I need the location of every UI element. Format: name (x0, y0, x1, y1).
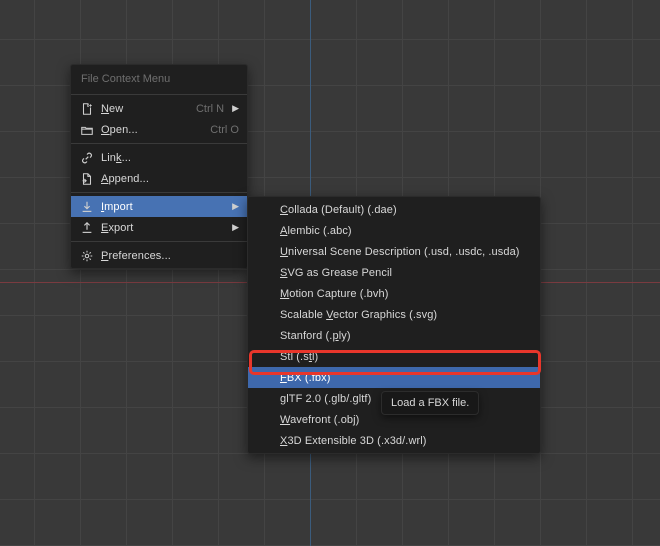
separator (71, 94, 247, 95)
menu-item-label: SVG as Grease Pencil (280, 267, 532, 279)
menu-item-preferences[interactable]: Preferences... (71, 245, 247, 266)
import-format-item[interactable]: Motion Capture (.bvh) (248, 283, 540, 304)
gear-icon (79, 248, 95, 264)
menu-item-label: Stanford (.ply) (280, 330, 532, 342)
menu-item-label: Scalable Vector Graphics (.svg) (280, 309, 532, 321)
menu-item-label: Import (101, 201, 224, 213)
menu-item-append[interactable]: Append... (71, 168, 247, 189)
submenu-arrow-icon: ▶ (232, 201, 239, 212)
menu-item-label: New (101, 103, 176, 115)
menu-item-label: Append... (101, 173, 239, 185)
link-icon (79, 150, 95, 166)
menu-item-export[interactable]: Export ▶ (71, 217, 247, 238)
file-context-menu: File Context Menu New Ctrl N ▶ Open... C… (70, 64, 248, 269)
import-format-item[interactable]: SVG as Grease Pencil (248, 262, 540, 283)
import-format-item[interactable]: Scalable Vector Graphics (.svg) (248, 304, 540, 325)
import-submenu: Collada (Default) (.dae) Alembic (.abc) Un… (247, 196, 541, 454)
menu-item-new[interactable]: New Ctrl N ▶ (71, 98, 247, 119)
import-format-item[interactable]: Stl (.stl) (248, 346, 540, 367)
open-folder-icon (79, 122, 95, 138)
shortcut: Ctrl N (196, 103, 224, 115)
tooltip: Load a FBX file. (381, 391, 479, 415)
append-icon (79, 171, 95, 187)
menu-item-label: Preferences... (101, 250, 239, 262)
menu-item-label: Stl (.stl) (280, 351, 532, 363)
submenu-arrow-icon: ▶ (232, 103, 239, 114)
separator (71, 143, 247, 144)
menu-item-label: X3D Extensible 3D (.x3d/.wrl) (280, 435, 532, 447)
menu-item-label: FBX (.fbx) (280, 372, 532, 384)
import-format-item[interactable]: Stanford (.ply) (248, 325, 540, 346)
import-format-item[interactable]: FBX (.fbx) (248, 367, 540, 388)
import-icon (79, 199, 95, 215)
import-format-item[interactable]: X3D Extensible 3D (.x3d/.wrl) (248, 430, 540, 451)
submenu-arrow-icon: ▶ (232, 222, 239, 233)
menu-title: File Context Menu (71, 67, 247, 91)
separator (71, 241, 247, 242)
menu-item-label: Universal Scene Description (.usd, .usdc… (280, 246, 532, 258)
separator (71, 192, 247, 193)
menu-item-link[interactable]: Link... (71, 147, 247, 168)
new-file-icon (79, 101, 95, 117)
menu-item-label: Open... (101, 124, 190, 136)
menu-item-label: Collada (Default) (.dae) (280, 204, 532, 216)
import-format-item[interactable]: Collada (Default) (.dae) (248, 199, 540, 220)
export-icon (79, 220, 95, 236)
menu-item-open[interactable]: Open... Ctrl O (71, 119, 247, 140)
menu-item-label: Motion Capture (.bvh) (280, 288, 532, 300)
menu-item-label: Export (101, 222, 224, 234)
menu-item-label: Alembic (.abc) (280, 225, 532, 237)
menu-item-label: Link... (101, 152, 239, 164)
menu-item-label: Wavefront (.obj) (280, 414, 532, 426)
import-format-item[interactable]: Universal Scene Description (.usd, .usdc… (248, 241, 540, 262)
menu-item-import[interactable]: Import ▶ (71, 196, 247, 217)
shortcut: Ctrl O (210, 124, 239, 136)
import-format-item[interactable]: Alembic (.abc) (248, 220, 540, 241)
